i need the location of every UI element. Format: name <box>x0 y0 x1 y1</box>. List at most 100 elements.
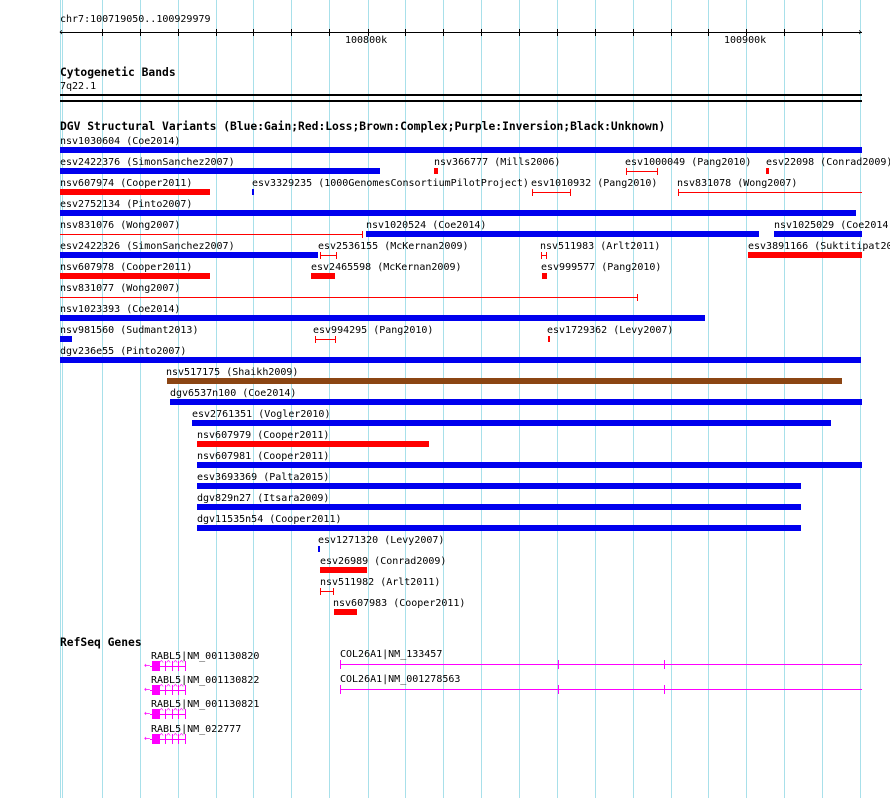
sv-end-tick <box>570 189 571 196</box>
sv-label: nsv511983 (Arlt2011) <box>540 241 661 252</box>
sv-label: dgv829n27 (Itsara2009) <box>197 493 330 504</box>
gene-intron-icon: ^ <box>179 659 184 668</box>
sv-bar[interactable] <box>60 252 318 258</box>
sv-bar[interactable] <box>542 273 547 279</box>
sv-bar[interactable] <box>548 336 550 342</box>
sv-label: nsv517175 (Shaikh2009) <box>166 367 299 378</box>
sv-bar[interactable] <box>192 420 831 426</box>
sv-end-tick <box>336 252 337 259</box>
sv-label: dgv6537n100 (Coe2014) <box>170 388 297 399</box>
sv-end-tick <box>678 189 679 196</box>
sv-bar[interactable] <box>170 399 862 405</box>
ruler-right-arrow: › <box>857 27 864 38</box>
ruler-tick <box>178 29 179 36</box>
sv-label: nsv366777 (Mills2006) <box>434 157 561 168</box>
gene-intron-icon: ^ <box>173 683 178 692</box>
ruler-tick-label: 100800k <box>345 35 388 46</box>
ruler-tick <box>708 29 709 36</box>
cytoband-ideogram <box>60 100 862 102</box>
sv-bar[interactable] <box>60 273 210 279</box>
gene-intron-icon: ^ <box>166 683 171 692</box>
cytoband-label: 7q22.1 <box>60 81 97 92</box>
gene-exon <box>185 734 186 744</box>
sv-bar[interactable] <box>167 378 842 384</box>
sv-bar[interactable] <box>366 231 759 237</box>
gene-intron-icon: ^ <box>173 659 178 668</box>
sv-label: nsv981560 (Sudmant2013) <box>60 325 199 336</box>
ruler-tick <box>140 29 141 36</box>
sv-label: esv999577 (Pang2010) <box>541 262 662 273</box>
sv-bar[interactable] <box>197 504 801 510</box>
gene-exon <box>664 685 665 694</box>
sv-bar[interactable] <box>197 525 801 531</box>
gene-exon <box>340 685 341 694</box>
gene-exon <box>340 660 341 669</box>
sv-label: nsv831076 (Wong2007) <box>60 220 181 231</box>
sv-label: esv1010932 (Pang2010) <box>531 178 658 189</box>
sv-bar[interactable] <box>197 483 801 489</box>
gene-exon <box>185 709 186 719</box>
sv-label: dgv236e55 (Pinto2007) <box>60 346 187 357</box>
sv-line[interactable] <box>320 255 336 256</box>
sv-line[interactable] <box>320 591 333 592</box>
sv-line[interactable] <box>60 297 637 298</box>
ruler-tick-label: 100900k <box>724 35 767 46</box>
ruler-tick <box>595 29 596 36</box>
gene-model[interactable] <box>340 689 862 690</box>
gene-intron-icon: ^ <box>173 707 178 716</box>
sv-bar[interactable] <box>311 273 335 279</box>
gene-exon <box>558 660 559 669</box>
sv-label: nsv607978 (Cooper2011) <box>60 262 193 273</box>
sv-end-tick <box>315 336 316 343</box>
sv-line[interactable] <box>60 234 362 235</box>
ruler-tick <box>443 29 444 36</box>
sv-bar[interactable] <box>60 168 380 174</box>
sv-bar[interactable] <box>197 441 429 447</box>
gene-intron-icon: ^ <box>159 659 164 668</box>
sv-bar[interactable] <box>60 147 862 153</box>
gene-label: COL26A1|NM_133457 <box>340 649 443 660</box>
sv-bar[interactable] <box>774 231 862 237</box>
sv-bar[interactable] <box>318 546 320 552</box>
ruler-tick <box>405 29 406 36</box>
sv-label: nsv1023393 (Coe2014) <box>60 304 181 315</box>
sv-bar[interactable] <box>748 252 862 258</box>
gene-intron-icon: ^ <box>166 732 171 741</box>
sv-end-tick <box>335 336 336 343</box>
gene-intron-icon: ^ <box>159 683 164 692</box>
sv-label: dgv11535n54 (Cooper2011) <box>197 514 342 525</box>
sv-label: esv2422326 (SimonSanchez2007) <box>60 241 235 252</box>
sv-label: esv2536155 (McKernan2009) <box>318 241 469 252</box>
sv-label: nsv607974 (Cooper2011) <box>60 178 193 189</box>
sv-bar[interactable] <box>252 189 254 195</box>
sv-bar[interactable] <box>766 168 769 174</box>
gene-exon <box>558 685 559 694</box>
gene-intron-icon: ^ <box>179 707 184 716</box>
sv-bar[interactable] <box>60 336 72 342</box>
ruler-tick <box>102 29 103 36</box>
gene-exon <box>664 660 665 669</box>
sv-end-tick <box>541 252 542 259</box>
gene-intron-icon: ^ <box>179 732 184 741</box>
sv-bar[interactable] <box>60 210 856 216</box>
ruler-tick <box>291 29 292 36</box>
sv-bar[interactable] <box>334 609 357 615</box>
sv-label: esv1729362 (Levy2007) <box>547 325 674 336</box>
sv-bar[interactable] <box>320 567 367 573</box>
sv-line[interactable] <box>532 192 570 193</box>
sv-bar[interactable] <box>197 462 862 468</box>
gene-model[interactable] <box>340 664 862 665</box>
sv-bar[interactable] <box>60 189 210 195</box>
ruler-tick <box>329 29 330 36</box>
sv-line[interactable] <box>315 339 335 340</box>
sv-bar[interactable] <box>60 315 705 321</box>
sv-line[interactable] <box>626 171 657 172</box>
sv-bar[interactable] <box>60 357 861 363</box>
sv-label: esv22098 (Conrad2009) <box>766 157 890 168</box>
sv-end-tick <box>546 252 547 259</box>
gene-intron-icon: ^ <box>173 732 178 741</box>
sv-bar[interactable] <box>434 168 438 174</box>
sv-end-tick <box>626 168 627 175</box>
sv-line[interactable] <box>678 192 862 193</box>
dgv-track-title: DGV Structural Variants (Blue:Gain;Red:L… <box>60 120 666 133</box>
